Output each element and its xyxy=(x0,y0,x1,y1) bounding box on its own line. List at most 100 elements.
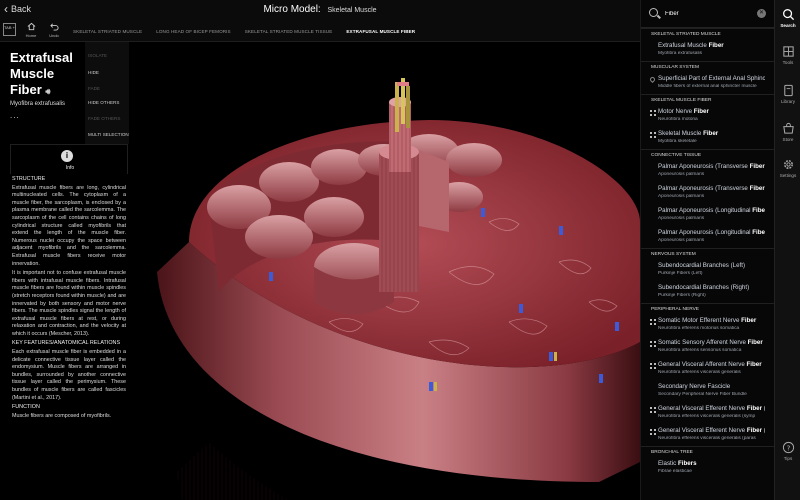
search-result-item[interactable]: Somatic Sensory Afferent Nerve Fiber Neur… xyxy=(641,336,774,358)
model-viewport[interactable] xyxy=(129,42,640,500)
breadcrumb-item-current[interactable]: EXTRAFUSAL MUSCLE FIBER xyxy=(339,29,422,34)
menu-fade[interactable]: FADE xyxy=(88,86,100,91)
search-result-item[interactable]: Palmar Aponeurosis (Longitudinal Fibers;… xyxy=(641,204,774,226)
description-paragraph: Each extrafusal muscle fiber is embedded… xyxy=(12,349,126,401)
help-icon: ? xyxy=(782,441,794,454)
nav-library[interactable]: Library xyxy=(775,84,800,104)
undo-icon xyxy=(44,22,64,33)
result-category: SKELETAL STRIATED MUSCLE xyxy=(641,28,774,39)
nav-label: Search xyxy=(780,23,796,28)
menu-hide[interactable]: HIDE xyxy=(88,70,99,75)
result-name: General Visceral Efferent Nerve Fiber (S xyxy=(658,405,765,412)
search-result-item[interactable]: Somatic Motor Efferent Nerve Fiber Neurof… xyxy=(641,314,774,336)
search-result-item[interactable]: Palmar Aponeurosis (Longitudinal Fibers;… xyxy=(641,226,774,248)
result-name: Palmar Aponeurosis (Transverse Fibers; R… xyxy=(658,185,765,192)
menu-isolate[interactable]: ISOLATE xyxy=(88,53,107,58)
structure-group-icon xyxy=(650,363,656,369)
result-latin-name: Aponeurosis palmaris xyxy=(658,194,705,199)
breadcrumb-item[interactable]: LONG HEAD OF BICEP FEMORIS xyxy=(149,29,238,34)
tab-add-button[interactable]: TAB + xyxy=(3,23,16,36)
result-name-highlight: Fibers xyxy=(749,185,765,192)
result-name: Subendocardial Branches (Left) xyxy=(658,262,765,269)
result-latin-name: Aponeurosis palmaris xyxy=(658,216,705,221)
breadcrumb-item[interactable]: SKELETAL STRIATED MUSCLE TISSUE xyxy=(238,29,340,34)
result-name-highlight: Fiber xyxy=(741,317,757,324)
result-latin-name: Neurofibra efferens visceralis generalis… xyxy=(658,414,756,419)
info-tab[interactable]: i Info xyxy=(10,144,128,174)
nav-tools[interactable]: Tools xyxy=(775,45,800,65)
result-name: Extrafusal Muscle Fiber xyxy=(658,42,765,49)
result-category: CONNECTIVE TISSUE xyxy=(641,149,774,160)
search-result-item[interactable]: Palmar Aponeurosis (Transverse Fibers; L… xyxy=(641,160,774,182)
menu-multi-selection[interactable]: MULTI SELECTION xyxy=(88,132,129,137)
result-name-highlight: Fibers xyxy=(677,460,697,467)
section-heading: STRUCTURE xyxy=(12,176,46,182)
structure-title-line: Extrafusal xyxy=(10,50,73,65)
search-results: SKELETAL STRIATED MUSCLE Extrafusal Muscl… xyxy=(641,28,774,479)
search-result-item[interactable]: Elastic Fibers Fibrae elasticae xyxy=(641,457,774,479)
result-latin-name: Neurofibra efferens visceralis generalis… xyxy=(658,436,756,441)
result-name-text: Somatic Sensory Afferent Nerve xyxy=(658,339,748,346)
search-result-item[interactable]: Secondary Nerve Fascicle Secondary Periph… xyxy=(641,380,774,402)
search-result-item[interactable]: Superficial Part of External Anal Sphinc… xyxy=(641,72,774,94)
search-result-item[interactable]: Subendocardial Branches (Right) Purkinje … xyxy=(641,281,774,303)
search-result-item[interactable]: Skeletal Muscle Fiber Myofibra skeletale xyxy=(641,127,774,149)
result-name: Subendocardial Branches (Right) xyxy=(658,284,765,291)
result-name: Palmar Aponeurosis (Transverse Fibers; L… xyxy=(658,163,765,170)
section-heading: KEY FEATURES/ANATOMICAL RELATIONS xyxy=(12,340,121,347)
result-name: Somatic Motor Efferent Nerve Fiber xyxy=(658,317,765,324)
result-category: BRONCHIAL TREE xyxy=(641,446,774,457)
clear-icon[interactable]: ✕ xyxy=(757,9,766,18)
result-name-text: Elastic xyxy=(658,460,678,467)
search-result-item[interactable]: Palmar Aponeurosis (Transverse Fibers; R… xyxy=(641,182,774,204)
result-name-highlight: Fiber xyxy=(703,130,719,137)
nav-tips[interactable]: ? Tips xyxy=(775,441,800,461)
nav-search[interactable]: Search xyxy=(775,8,800,28)
result-category: SKELETAL MUSCLE FIBER xyxy=(641,94,774,105)
result-name-text: Subendocardial Branches (Left) xyxy=(658,262,746,269)
result-name-text: Extrafusal Muscle xyxy=(658,42,709,49)
structure-group-icon xyxy=(650,132,656,138)
description-paragraph: Extrafusal muscle fibers are long, cylin… xyxy=(12,184,126,267)
right-nav: Search Tools Library Store Settings ? Ti… xyxy=(774,0,800,500)
result-name-text: Somatic Motor Efferent Nerve xyxy=(658,317,742,324)
muscle-model-3d[interactable] xyxy=(129,42,640,500)
result-name-text: Palmar Aponeurosis (Transverse xyxy=(658,163,750,170)
result-name-highlight: Fiber xyxy=(746,361,762,368)
result-latin-name: Secondary Peripheral Nerve Fiber Bundle xyxy=(658,392,747,397)
nav-settings[interactable]: Settings xyxy=(775,158,800,178)
breadcrumb-item[interactable]: SKELETAL STRIATED MUSCLE xyxy=(66,29,149,34)
result-latin-name: Fibrae elasticae xyxy=(658,469,692,474)
nav-label: Library xyxy=(780,99,796,104)
result-name-text: General Visceral Afferent Nerve xyxy=(658,361,747,368)
result-name-text: Palmar Aponeurosis (Longitudinal xyxy=(658,207,753,214)
menu-hide-others[interactable]: HIDE OTHERS xyxy=(88,100,119,105)
breadcrumb: SKELETAL STRIATED MUSCLE LONG HEAD OF BI… xyxy=(66,20,422,42)
structure-group-icon xyxy=(650,319,656,325)
search-result-item[interactable]: Motor Nerve Fiber Neurofibra motoria xyxy=(641,105,774,127)
nav-label: Tips xyxy=(783,456,793,461)
speaker-icon[interactable]: 🔊︎ xyxy=(45,87,50,96)
result-name-highlight: Fibers xyxy=(752,229,765,236)
nav-store[interactable]: Store xyxy=(775,122,800,142)
structure-title-line: Muscle xyxy=(10,66,55,81)
result-name-suffix: (P xyxy=(762,427,765,434)
result-latin-name: Aponeurosis palmaris xyxy=(658,238,705,243)
undo-button[interactable]: Undo xyxy=(44,22,64,38)
search-result-item[interactable]: General Visceral Efferent Nerve Fiber (P… xyxy=(641,424,774,446)
result-name-highlight: Fiber xyxy=(708,42,724,49)
more-options-button[interactable]: ... xyxy=(10,111,20,120)
home-icon xyxy=(21,22,41,33)
result-name: Elastic Fibers xyxy=(658,460,765,467)
structure-group-icon xyxy=(650,407,656,413)
home-button[interactable]: Home xyxy=(21,22,41,38)
result-category: NERVOUS SYSTEM xyxy=(641,248,774,259)
search-result-item[interactable]: Subendocardial Branches (Left) Purkinje F… xyxy=(641,259,774,281)
search-result-item[interactable]: General Visceral Efferent Nerve Fiber (S… xyxy=(641,402,774,424)
library-icon xyxy=(783,84,793,97)
search-result-item[interactable]: General Visceral Afferent Nerve Fiber Neu… xyxy=(641,358,774,380)
menu-fade-others[interactable]: FADE OTHERS xyxy=(88,116,120,121)
search-input[interactable] xyxy=(665,8,755,20)
search-result-item[interactable]: Extrafusal Muscle Fiber Myofibra extrafus… xyxy=(641,39,774,61)
result-name: Motor Nerve Fiber xyxy=(658,108,765,115)
